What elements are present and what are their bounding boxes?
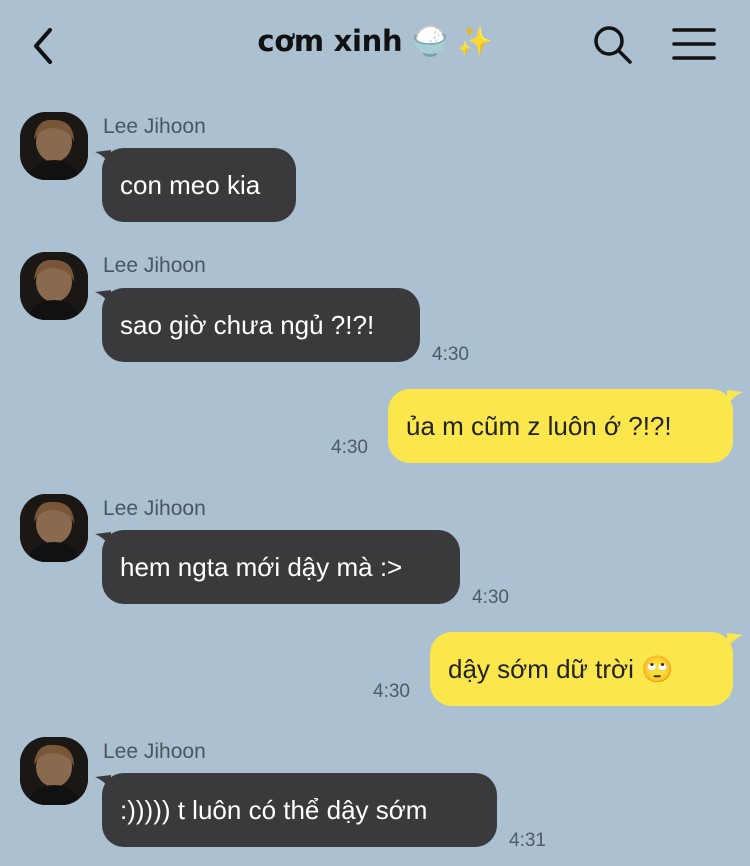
message-timestamp: 4:31 [509, 830, 546, 851]
search-button[interactable] [590, 22, 636, 68]
search-icon [594, 26, 632, 64]
message-timestamp: 4:30 [432, 344, 469, 365]
message-timestamp: 4:30 [331, 437, 368, 458]
chat-header: cơm xinh 🍚 ✨ [0, 0, 750, 90]
message-timestamp: 4:30 [472, 587, 509, 608]
profile-photo-icon [20, 112, 88, 180]
sender-name: Lee Jihoon [103, 115, 206, 138]
avatar[interactable] [20, 737, 88, 805]
chat-title: cơm xinh 🍚 ✨ [0, 24, 750, 59]
message-bubble-incoming[interactable]: :))))) t luôn có thể dậy sớm [102, 773, 497, 847]
avatar[interactable] [20, 112, 88, 180]
chat-screen: cơm xinh 🍚 ✨ Lee Jihoon con meo kia Lee … [0, 0, 750, 866]
sender-name: Lee Jihoon [103, 740, 206, 763]
profile-photo-icon [20, 737, 88, 805]
avatar[interactable] [20, 252, 88, 320]
profile-photo-icon [20, 494, 88, 562]
bubble-tail [727, 390, 743, 406]
message-timestamp: 4:30 [373, 681, 410, 702]
sender-name: Lee Jihoon [103, 254, 206, 277]
message-bubble-outgoing[interactable]: ủa m cũm z luôn ớ ?!?! [388, 389, 733, 463]
profile-photo-icon [20, 252, 88, 320]
chat-title-text: cơm xinh [257, 24, 403, 58]
message-bubble-incoming[interactable]: con meo kia [102, 148, 296, 222]
avatar[interactable] [20, 494, 88, 562]
hamburger-menu-icon [672, 28, 716, 60]
message-bubble-outgoing[interactable]: dậy sớm dữ trời 🙄 [430, 632, 733, 706]
message-bubble-incoming[interactable]: sao giờ chưa ngủ ?!?! [102, 288, 420, 362]
message-bubble-incoming[interactable]: hem ngta mới dậy mà :> [102, 530, 460, 604]
sender-name: Lee Jihoon [103, 497, 206, 520]
menu-button[interactable] [670, 24, 718, 64]
chat-title-emoji: 🍚 ✨ [412, 24, 493, 58]
bubble-tail [727, 633, 743, 649]
